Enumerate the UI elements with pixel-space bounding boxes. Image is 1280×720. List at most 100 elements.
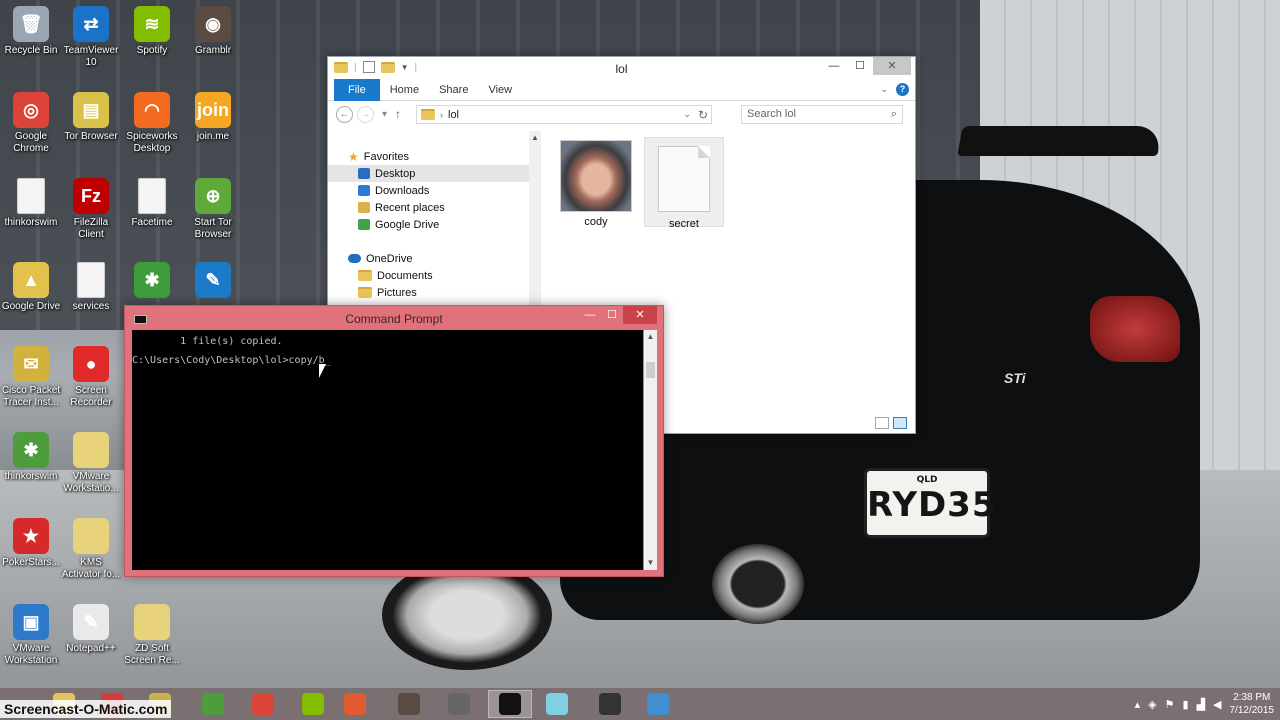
cmd-scrollbar[interactable]: ▲ ▼ [644, 330, 657, 570]
taskbar-button[interactable] [588, 690, 632, 718]
minimize-button[interactable]: — [821, 57, 847, 75]
desktop-icon-label: thinkorswim [4, 217, 58, 228]
command-prompt-window[interactable]: Command Prompt — ☐ ✕ 1 file(s) copied. C:… [124, 305, 664, 577]
up-button[interactable]: ↑ [395, 107, 401, 121]
desktop-icon-label: services [72, 301, 110, 312]
desktop-icon[interactable]: ▤ Tor Browser [60, 92, 122, 143]
nav-favorites[interactable]: ★ Favorites [328, 148, 530, 165]
nav-label: Favorites [363, 150, 410, 163]
scroll-up-icon[interactable]: ▲ [644, 330, 657, 344]
desktop-icon[interactable]: ▲ Google Drive [0, 262, 62, 313]
desktop-icon[interactable]: ◉ Gramblr [182, 6, 244, 57]
desktop-icon[interactable]: ✎ Notepad++ [60, 604, 122, 655]
desktop-icon[interactable]: join join.me [182, 92, 244, 143]
taskbar-button[interactable] [387, 690, 431, 718]
desktop-icon[interactable]: thinkorswim [0, 178, 62, 229]
desktop-icon[interactable]: ⇄ TeamViewer 10 [60, 6, 122, 69]
tray-app-icon[interactable]: ◈ [1148, 698, 1156, 711]
taskbar-button[interactable] [488, 690, 532, 718]
battery-icon[interactable]: ▮ [1183, 698, 1189, 711]
console-output[interactable]: 1 file(s) copied. C:\Users\Cody\Desktop\l… [132, 330, 643, 570]
tab-home[interactable]: Home [380, 79, 429, 101]
network-icon[interactable]: ▟ [1197, 698, 1205, 711]
console-input-line[interactable]: C:\Users\Cody\Desktop\lol>copy/b_ [132, 351, 643, 370]
desktop-icon[interactable]: 🗑 Recycle Bin [0, 6, 62, 57]
desktop-icon[interactable]: ⊕ Start Tor Browser [182, 178, 244, 241]
command-prompt-icon [499, 693, 521, 715]
recent-locations-icon[interactable]: ▾ [382, 109, 387, 120]
cmd-titlebar[interactable]: Command Prompt — ☐ ✕ [125, 306, 663, 330]
taskbar-button[interactable] [241, 690, 285, 718]
desktop-icon[interactable]: ✱ thinkorswim [0, 432, 62, 483]
tab-share[interactable]: Share [429, 79, 478, 101]
taskbar-button[interactable] [437, 690, 481, 718]
desktop-icon[interactable]: ≋ Spotify [121, 6, 183, 57]
nav-onedrive[interactable]: OneDrive [328, 250, 530, 267]
explorer-titlebar[interactable]: | ▼ | lol — ☐ ✕ [328, 57, 915, 79]
desktop-icon[interactable]: ▣ VMware Workstation [0, 604, 62, 667]
scroll-thumb[interactable] [646, 362, 655, 378]
filezilla-icon: Fz [73, 178, 109, 214]
desktop-icon[interactable]: Fz FileZilla Client [60, 178, 122, 241]
google-drive-icon [358, 219, 370, 230]
system-tray: ▴ ◈ ⚑ ▮ ▟ ◀ 2:38 PM 7/12/2015 [1135, 688, 1280, 720]
taskbar-button[interactable] [333, 690, 377, 718]
minimize-button[interactable]: — [579, 306, 601, 324]
mouse-cursor [319, 364, 326, 378]
large-icons-view-button[interactable] [893, 417, 907, 429]
desktop-icon[interactable]: ◎ Google Chrome [0, 92, 62, 155]
address-dropdown-icon[interactable]: ⌄ [683, 109, 691, 120]
desktop-icon-label: VMware Workstatio... [63, 471, 119, 494]
chrome-icon [252, 693, 274, 715]
show-hidden-icons-icon[interactable]: ▴ [1135, 698, 1141, 711]
desktop-icon[interactable]: ✱ [121, 262, 183, 301]
desktop-icon-label: ZD Soft Screen Re... [124, 643, 180, 666]
desktop-icon[interactable]: Facetime [121, 178, 183, 229]
refresh-icon[interactable]: ↻ [698, 108, 708, 122]
back-button[interactable]: ← [336, 105, 353, 123]
desktop-icon[interactable]: ZD Soft Screen Re... [121, 604, 183, 667]
nav-item-google-drive[interactable]: Google Drive [328, 216, 530, 233]
desktop-icon[interactable]: ● Screen Recorder [60, 346, 122, 409]
wallpaper-spoiler [957, 126, 1163, 156]
help-icon[interactable]: ? [896, 83, 909, 96]
file-item-secret[interactable]: secret [644, 137, 724, 230]
forward-button[interactable]: → [357, 105, 374, 123]
close-button[interactable]: ✕ [873, 57, 911, 75]
address-bar[interactable]: › lol ⌄ ↻ [416, 105, 712, 124]
search-icon[interactable]: ⌕ [891, 106, 897, 123]
pokerstars-icon: ★ [13, 518, 49, 554]
desktop-icon[interactable]: ✉ Cisco Packet Tracer Inst... [0, 346, 62, 409]
volume-icon[interactable]: ◀ [1213, 698, 1221, 711]
desktop-icon[interactable]: ✎ [182, 262, 244, 301]
nav-item-recent-places[interactable]: Recent places [328, 199, 530, 216]
desktop-icon-label: Notepad++ [66, 643, 116, 654]
desktop-icon[interactable]: VMware Workstatio... [60, 432, 122, 495]
taskbar-button[interactable] [636, 690, 680, 718]
desktop-icon[interactable]: KMS Activator fo... [60, 518, 122, 581]
breadcrumb[interactable]: lol [448, 109, 459, 121]
scroll-up-icon[interactable]: ▲ [529, 131, 541, 145]
scroll-down-icon[interactable]: ▼ [644, 556, 657, 570]
desktop-icon[interactable]: services [60, 262, 122, 313]
nav-item-documents[interactable]: Documents [328, 267, 530, 284]
flag-icon[interactable]: ⚑ [1165, 698, 1175, 711]
tab-view[interactable]: View [478, 79, 522, 101]
nav-item-pictures[interactable]: Pictures [328, 284, 530, 301]
nav-item-downloads[interactable]: Downloads [328, 182, 530, 199]
search-input[interactable]: Search lol ⌕ [741, 105, 903, 124]
taskbar-button[interactable] [291, 690, 335, 718]
maximize-button[interactable]: ☐ [601, 306, 623, 324]
expand-ribbon-icon[interactable]: ⌄ [880, 84, 888, 95]
nav-item-desktop[interactable]: Desktop [328, 165, 530, 182]
clock[interactable]: 2:38 PM 7/12/2015 [1230, 691, 1275, 717]
desktop-icon[interactable]: ◠ Spiceworks Desktop [121, 92, 183, 155]
close-button[interactable]: ✕ [623, 306, 657, 324]
details-view-button[interactable] [875, 417, 889, 429]
file-item-cody[interactable]: cody [556, 137, 636, 228]
maximize-button[interactable]: ☐ [847, 57, 873, 75]
tab-file[interactable]: File [334, 78, 380, 101]
desktop-icon[interactable]: ★ PokerStars... [0, 518, 62, 569]
taskbar-button[interactable] [191, 690, 235, 718]
taskbar-button[interactable] [535, 690, 579, 718]
